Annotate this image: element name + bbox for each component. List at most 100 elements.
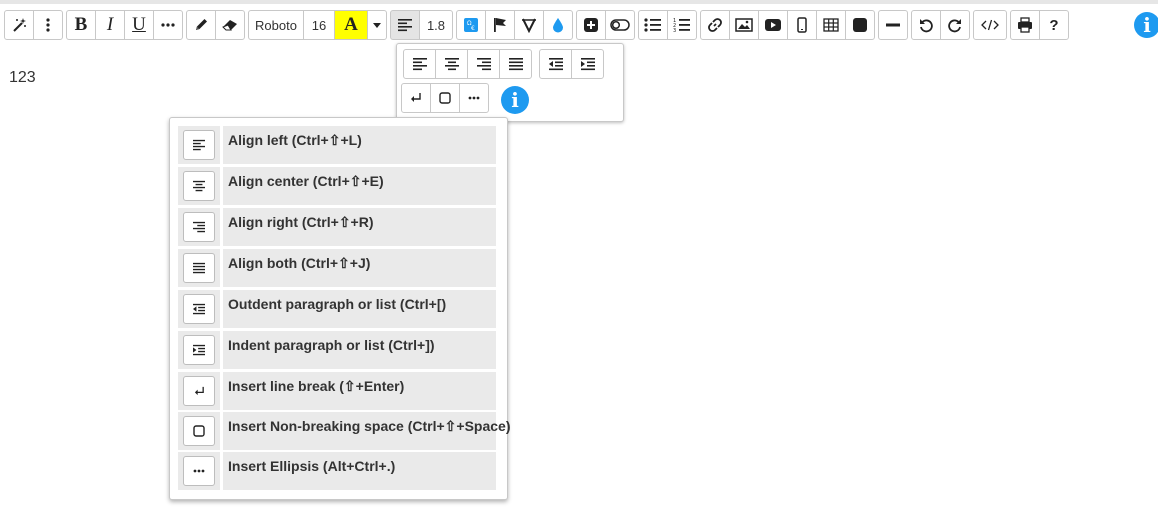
- paragraph-align-button[interactable]: [390, 10, 420, 40]
- help-button[interactable]: ?: [1039, 10, 1069, 40]
- indent-button-group: [539, 49, 604, 79]
- line-height-select[interactable]: 1.8: [419, 10, 453, 40]
- toggle-button[interactable]: [605, 10, 635, 40]
- help-item-label: Align center (Ctrl+⇧+E): [223, 167, 496, 205]
- video-icon: [765, 19, 781, 31]
- table-button[interactable]: [816, 10, 846, 40]
- special-char-button[interactable]: Ω €: [456, 10, 486, 40]
- link-button[interactable]: [700, 10, 730, 40]
- code-view-button[interactable]: [973, 10, 1007, 40]
- block-button[interactable]: [845, 10, 875, 40]
- italic-button[interactable]: I: [95, 10, 125, 40]
- help-item-label: Indent paragraph or list (Ctrl+]): [223, 331, 496, 369]
- popup-align-center-button[interactable]: [435, 49, 468, 79]
- redo-button[interactable]: [940, 10, 970, 40]
- popup-nbsp-button[interactable]: [430, 83, 460, 113]
- video-button[interactable]: [758, 10, 788, 40]
- ellipsis-icon: [193, 469, 205, 473]
- special-char-icon: Ω€: [464, 18, 478, 32]
- plus-box-icon: [584, 18, 598, 32]
- mobile-preview-button[interactable]: [787, 10, 817, 40]
- help-item-align-both[interactable]: Align both (Ctrl+⇧+J): [178, 249, 496, 287]
- editor-toolbar: B I U Roboto 16 A 1.8 Ω € 1 2 3 ?: [4, 9, 1072, 41]
- bullet-list-button[interactable]: [638, 10, 668, 40]
- popup-line-break-button[interactable]: [401, 83, 431, 113]
- align-right-icon: [193, 221, 205, 233]
- pencil-button[interactable]: [186, 10, 216, 40]
- align-button-group: [403, 49, 532, 79]
- help-item-line-break[interactable]: Insert line break (⇧+Enter): [178, 372, 496, 410]
- align-left-icon: [193, 139, 205, 151]
- help-item-label: Outdent paragraph or list (Ctrl+[): [223, 290, 496, 328]
- help-item-outdent[interactable]: Outdent paragraph or list (Ctrl+[): [178, 290, 496, 328]
- help-item-label: Insert Non-breaking space (Ctrl+⇧+Space): [223, 412, 510, 450]
- insert-button-group: [401, 83, 489, 113]
- editor-content[interactable]: 123: [9, 69, 36, 87]
- popup-align-right-button[interactable]: [467, 49, 500, 79]
- help-item-align-right[interactable]: Align right (Ctrl+⇧+R): [178, 208, 496, 246]
- undo-button[interactable]: [911, 10, 941, 40]
- more-horizontal-button[interactable]: [153, 10, 183, 40]
- highlight-color-button[interactable]: A: [334, 10, 368, 40]
- help-item-align-center[interactable]: Align center (Ctrl+⇧+E): [178, 167, 496, 205]
- highlight-dropdown-button[interactable]: [367, 10, 387, 40]
- align-left-icon: [412, 58, 427, 71]
- horizontal-rule-icon: [886, 23, 900, 27]
- code-icon: [981, 19, 999, 31]
- numbered-list-button[interactable]: 123: [667, 10, 697, 40]
- print-button[interactable]: [1010, 10, 1040, 40]
- outdent-icon: [193, 303, 205, 315]
- pencil-icon: [196, 19, 207, 30]
- popup-align-justify-button[interactable]: [499, 49, 532, 79]
- window-top-border: [0, 0, 1158, 4]
- undo-icon: [920, 19, 933, 33]
- popup-info-icon[interactable]: i: [501, 86, 529, 114]
- help-item-nbsp[interactable]: Insert Non-breaking space (Ctrl+⇧+Space): [178, 412, 510, 450]
- paragraph-align-popup: i: [396, 43, 624, 122]
- align-left-icon: [398, 19, 412, 32]
- color-drop-icon: [553, 18, 563, 33]
- line-break-icon: [194, 386, 204, 395]
- help-label: ?: [1049, 16, 1059, 34]
- help-item-ellipsis[interactable]: Insert Ellipsis (Alt+Ctrl+.): [178, 452, 496, 490]
- flag-button[interactable]: [485, 10, 515, 40]
- underline-button[interactable]: U: [124, 10, 154, 40]
- help-item-label: Insert Ellipsis (Alt+Ctrl+.): [223, 452, 496, 490]
- insert-block-button[interactable]: [576, 10, 606, 40]
- align-justify-icon: [508, 58, 523, 71]
- table-icon: [823, 18, 839, 32]
- popup-indent-button[interactable]: [571, 49, 604, 79]
- numbered-list-icon: 123: [673, 18, 690, 33]
- help-item-label: Insert line break (⇧+Enter): [223, 372, 496, 410]
- popup-align-left-button[interactable]: [403, 49, 436, 79]
- outdent-icon: [548, 58, 563, 71]
- font-family-select[interactable]: Roboto: [248, 10, 304, 40]
- more-vertical-button[interactable]: [33, 10, 63, 40]
- horizontal-rule-button[interactable]: [878, 10, 908, 40]
- svg-text:3: 3: [673, 28, 676, 33]
- print-icon: [1018, 17, 1032, 33]
- popup-outdent-button[interactable]: [539, 49, 572, 79]
- mobile-icon: [797, 17, 807, 33]
- text-color-button[interactable]: [543, 10, 573, 40]
- align-center-icon: [193, 180, 205, 192]
- indent-icon: [580, 58, 595, 71]
- help-item-indent[interactable]: Indent paragraph or list (Ctrl+]): [178, 331, 496, 369]
- image-button[interactable]: [729, 10, 759, 40]
- caret-down-icon: [373, 22, 381, 28]
- bold-button[interactable]: B: [66, 10, 96, 40]
- black-square-icon: [853, 18, 867, 32]
- eraser-button[interactable]: [215, 10, 245, 40]
- font-size-select[interactable]: 16: [303, 10, 335, 40]
- help-item-label: Align left (Ctrl+⇧+L): [223, 126, 496, 164]
- help-item-align-left[interactable]: Align left (Ctrl+⇧+L): [178, 126, 496, 164]
- magic-wand-button[interactable]: [4, 10, 34, 40]
- redo-icon: [948, 19, 961, 33]
- info-icon[interactable]: i: [1134, 12, 1158, 38]
- indent-icon: [193, 344, 205, 356]
- eraser-icon: [222, 20, 237, 31]
- strikethrough-v-button[interactable]: [514, 10, 544, 40]
- more-horizontal-icon: [161, 23, 175, 27]
- more-vertical-icon: [46, 18, 50, 32]
- popup-ellipsis-button[interactable]: [459, 83, 489, 113]
